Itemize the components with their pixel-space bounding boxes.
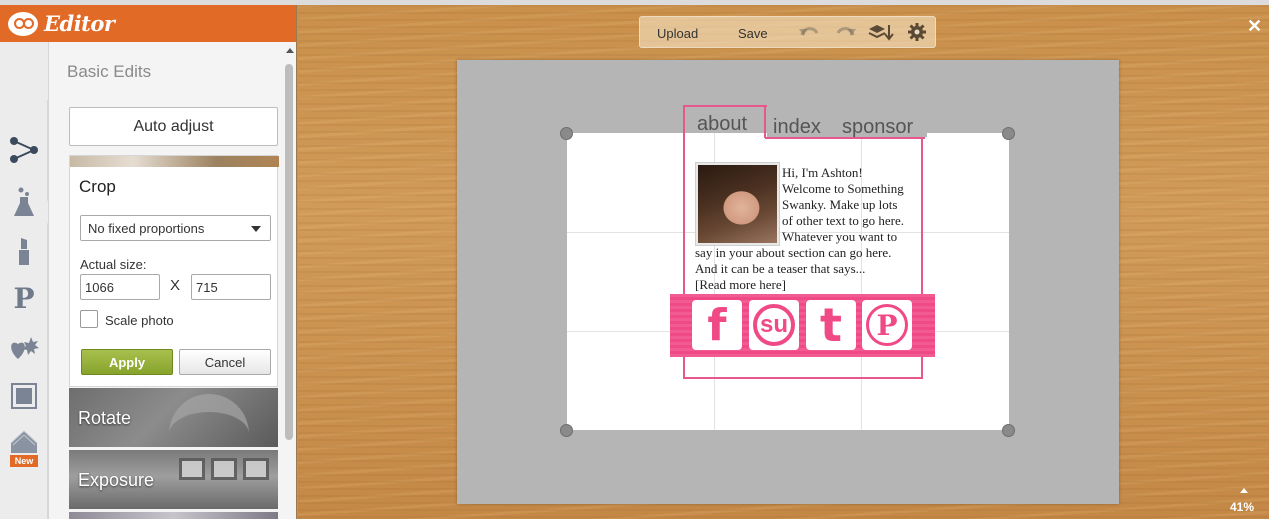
pinterest-icon: P bbox=[862, 300, 912, 350]
settings-icon[interactable] bbox=[908, 23, 926, 46]
workspace: Upload Save ✕ about index sponsor Hi, I'… bbox=[298, 5, 1269, 519]
top-toolbar: Upload Save bbox=[639, 16, 936, 48]
scroll-thumb[interactable] bbox=[285, 64, 293, 440]
zoom-level[interactable]: 41% bbox=[1230, 500, 1254, 514]
stumbleupon-glyph: su bbox=[753, 304, 795, 346]
auto-adjust-button[interactable]: Auto adjust bbox=[69, 107, 278, 146]
redo-icon[interactable] bbox=[835, 23, 857, 44]
textures-icon[interactable]: New bbox=[8, 428, 40, 470]
overlays-icon[interactable] bbox=[8, 333, 40, 365]
effects-icon[interactable] bbox=[8, 187, 40, 219]
crop-handle-bottom-left[interactable] bbox=[560, 424, 573, 437]
scale-photo-label[interactable]: Scale photo bbox=[105, 313, 174, 328]
window-decoration bbox=[211, 458, 237, 480]
bio-line: say in your about section can go here. bbox=[695, 245, 892, 260]
bio-line: [Read more here] bbox=[695, 277, 786, 292]
new-badge: New bbox=[15, 456, 35, 466]
zoom-expand-icon[interactable] bbox=[1240, 488, 1248, 493]
flask-glyph bbox=[14, 187, 34, 216]
window-decoration bbox=[179, 458, 205, 480]
crop-handle-top-right[interactable] bbox=[1002, 127, 1015, 140]
basic-edits-glyph bbox=[10, 137, 38, 163]
undo-icon[interactable] bbox=[798, 23, 820, 44]
window-decoration bbox=[243, 458, 269, 480]
bio-line: Hi, I'm Ashton! bbox=[782, 165, 863, 180]
nav-sponsor: sponsor bbox=[842, 116, 914, 138]
tool-rail: P New bbox=[0, 42, 58, 519]
basic-edits-icon[interactable] bbox=[8, 134, 40, 166]
upload-button[interactable]: Upload bbox=[657, 26, 698, 41]
bio-line: Swanky. Make up lots bbox=[782, 197, 898, 212]
nav-about: about bbox=[697, 113, 748, 135]
basic-edits-panel: Basic Edits Auto adjust Crop No fixed pr… bbox=[48, 42, 284, 519]
apply-button[interactable]: Apply bbox=[81, 349, 173, 375]
bio-line: Whatever you want to bbox=[782, 229, 898, 244]
width-input[interactable]: 1066 bbox=[80, 274, 160, 300]
text-icon[interactable]: P bbox=[8, 282, 40, 315]
scroll-up-icon[interactable] bbox=[286, 48, 294, 53]
bio-line: of other text to go here. bbox=[782, 213, 905, 228]
picmonkey-logo-icon bbox=[8, 11, 38, 36]
frames-icon[interactable] bbox=[8, 380, 40, 412]
nav-index: index bbox=[773, 116, 821, 138]
left-panel: Editor P New Basic Edits Auto adjust Cro… bbox=[0, 5, 297, 519]
crop-preview-strip bbox=[70, 156, 279, 167]
rotate-arrow-icon bbox=[169, 394, 249, 447]
pinterest-glyph: P bbox=[866, 304, 908, 346]
actual-size-label: Actual size: bbox=[80, 257, 147, 272]
cancel-button[interactable]: Cancel bbox=[179, 349, 271, 375]
layers-icon[interactable] bbox=[868, 23, 894, 46]
proportions-value: No fixed proportions bbox=[88, 221, 205, 236]
stumbleupon-icon: su bbox=[749, 300, 799, 350]
bio-line: Welcome to Something bbox=[782, 181, 904, 196]
editor-header: Editor bbox=[0, 5, 296, 42]
proportions-select[interactable]: No fixed proportions bbox=[80, 215, 271, 241]
tumblr-icon: t bbox=[806, 298, 856, 352]
textures-glyph: New bbox=[10, 430, 38, 467]
scale-photo-checkbox[interactable] bbox=[80, 310, 98, 328]
next-tile-preview[interactable] bbox=[69, 512, 278, 519]
canvas-frame: about index sponsor Hi, I'm Ashton! Welc… bbox=[457, 60, 1119, 504]
touch-up-icon[interactable] bbox=[8, 235, 40, 267]
app-title: Editor bbox=[44, 11, 115, 36]
social-bar: f su t P bbox=[670, 294, 935, 357]
close-icon[interactable]: ✕ bbox=[1247, 16, 1262, 37]
overlays-glyph bbox=[11, 337, 39, 359]
facebook-icon: f bbox=[692, 300, 742, 351]
exposure-tile[interactable]: Exposure bbox=[69, 450, 278, 509]
bio-line: And it can be a teaser that says... bbox=[695, 261, 866, 276]
crop-title[interactable]: Crop bbox=[79, 177, 116, 197]
crop-handle-bottom-right[interactable] bbox=[1002, 424, 1015, 437]
exposure-label: Exposure bbox=[78, 470, 155, 490]
crop-card: Crop No fixed proportions Actual size: 1… bbox=[69, 155, 279, 387]
bio-text: Hi, I'm Ashton! Welcome to Something Swa… bbox=[695, 165, 925, 293]
rotate-tile[interactable]: Rotate bbox=[69, 388, 278, 447]
section-title: Basic Edits bbox=[67, 62, 152, 81]
save-button[interactable]: Save bbox=[738, 26, 768, 41]
size-separator: X bbox=[170, 277, 181, 294]
crop-handle-top-left[interactable] bbox=[560, 127, 573, 140]
lipstick-glyph bbox=[19, 238, 29, 265]
frame-glyph bbox=[11, 383, 37, 409]
panel-scrollbar[interactable] bbox=[284, 42, 296, 519]
rotate-label: Rotate bbox=[78, 408, 132, 428]
height-input[interactable]: 715 bbox=[191, 274, 271, 300]
chevron-down-icon bbox=[251, 226, 261, 232]
